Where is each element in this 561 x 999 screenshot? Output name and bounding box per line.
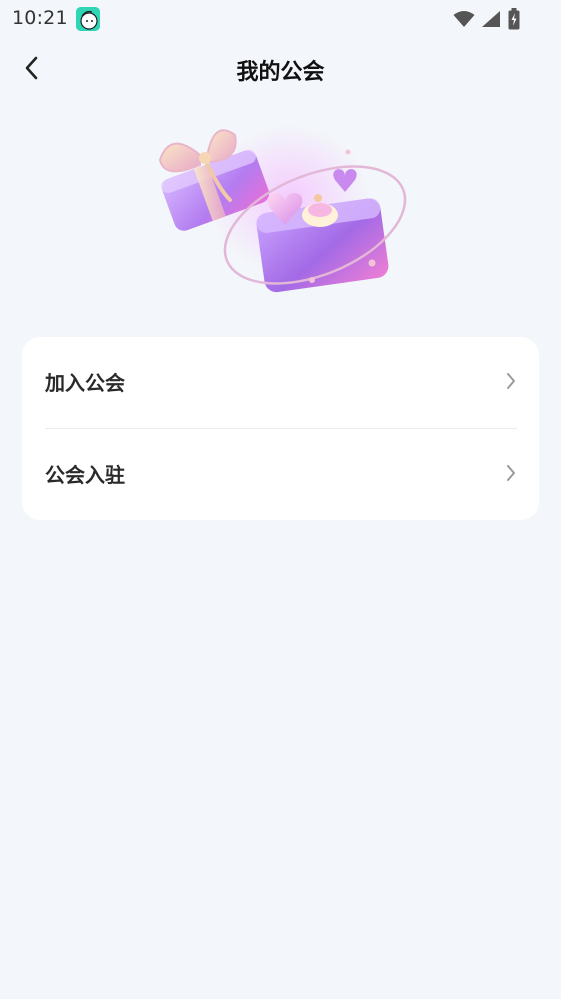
guild-menu-card: 加入公会 公会入驻 <box>22 337 539 520</box>
guild-settle-row[interactable]: 公会入驻 <box>22 429 539 520</box>
status-icons <box>453 8 521 30</box>
signal-icon <box>482 11 500 27</box>
status-bar: 10:21 <box>0 0 561 40</box>
page-title: 我的公会 <box>236 60 325 85</box>
gift-box-illustration <box>140 110 420 310</box>
status-time: 10:21 <box>12 7 68 29</box>
top-nav: 我的公会 <box>0 42 561 94</box>
join-guild-row[interactable]: 加入公会 <box>22 337 539 428</box>
chevron-right-icon <box>507 373 515 389</box>
chevron-right-icon <box>507 465 515 481</box>
app-notification-icon <box>76 7 100 31</box>
join-guild-label: 加入公会 <box>45 371 125 395</box>
wifi-icon <box>453 11 475 27</box>
battery-icon <box>508 8 520 30</box>
guild-settle-label: 公会入驻 <box>45 463 125 487</box>
